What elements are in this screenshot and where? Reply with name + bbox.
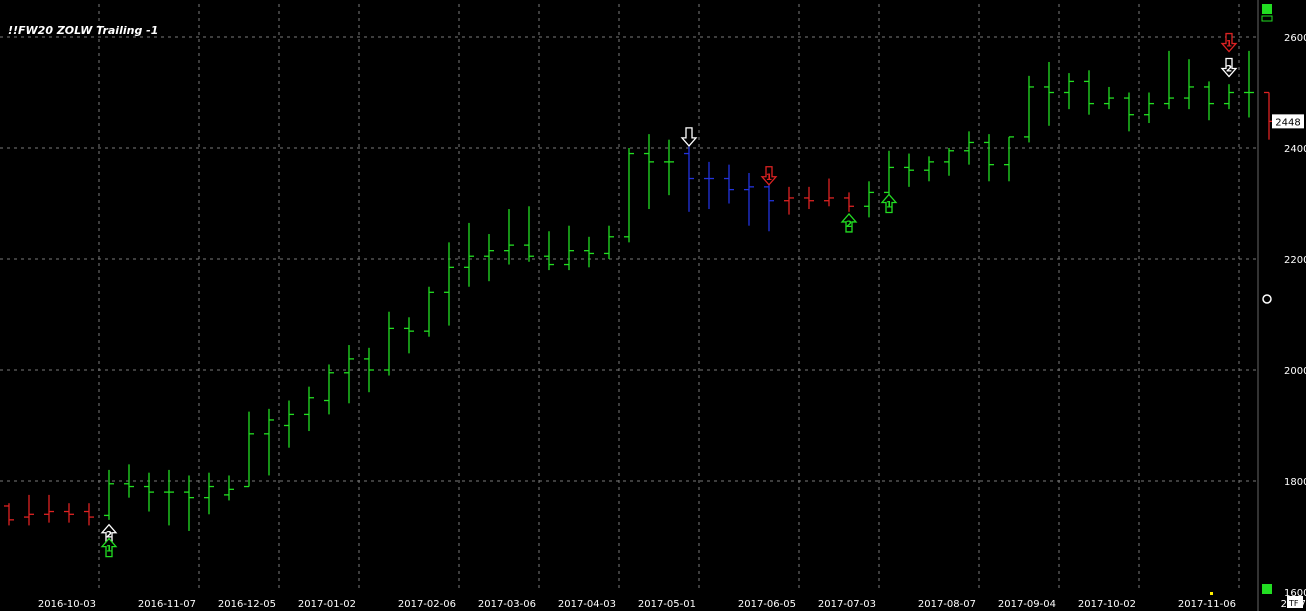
tf-badge-label: TF bbox=[1288, 599, 1299, 608]
date-axis: 2016-10-03 2016-11-07 2016-12-05 2017-01-02… bbox=[38, 599, 1306, 610]
last-price-label: 2448 bbox=[1275, 117, 1300, 128]
x-tick-label: 2016-10-03 bbox=[38, 599, 96, 610]
arrow-label: 2 bbox=[1226, 65, 1232, 75]
x-tick-label: 2016-12-05 bbox=[218, 599, 276, 610]
x-tick-label: 2017-06-05 bbox=[738, 599, 796, 610]
scroll-bottom-button[interactable] bbox=[1262, 584, 1272, 594]
y-tick-label: 2600 bbox=[1284, 33, 1306, 44]
scroll-top-button[interactable] bbox=[1262, 4, 1272, 14]
arrow-label: 1 bbox=[1226, 40, 1232, 50]
price-chart[interactable]: 2112112 1600180020002200240026002448 201… bbox=[0, 0, 1306, 611]
x-tick-label: 2017-04-03 bbox=[558, 599, 616, 610]
arrow-label: 2 bbox=[846, 220, 852, 230]
x-tick-label: 2017-11-06 bbox=[1178, 599, 1236, 610]
x-tick-label: 2017-09-04 bbox=[998, 599, 1056, 610]
y-tick-label: 2400 bbox=[1284, 144, 1306, 155]
chart-title: !!FW20 ZOLW Trailing -1 bbox=[8, 24, 158, 37]
x-tick-label: 2017-05-01 bbox=[638, 599, 696, 610]
x-tick-label: 2017-03-06 bbox=[478, 599, 536, 610]
arrow-label: 1 bbox=[886, 201, 892, 211]
time-cursor-marker bbox=[1210, 592, 1213, 595]
arrow-label: 1 bbox=[766, 173, 772, 183]
x-tick-label: 2016-11-07 bbox=[138, 599, 196, 610]
x-tick-label: 2017-01-02 bbox=[298, 599, 356, 610]
x-tick-label: 2017-07-03 bbox=[818, 599, 876, 610]
scroll-handle[interactable] bbox=[1261, 15, 1273, 22]
chart-background bbox=[0, 0, 1306, 611]
x-tick-label: 2017-02-06 bbox=[398, 599, 456, 610]
y-tick-label: 1800 bbox=[1284, 477, 1306, 488]
x-tick-label: 2017-10-02 bbox=[1078, 599, 1136, 610]
y-tick-label: 2000 bbox=[1284, 366, 1306, 377]
x-tick-label: 2017-08-07 bbox=[918, 599, 976, 610]
y-tick-label: 2200 bbox=[1284, 255, 1306, 266]
scale-center-marker[interactable] bbox=[1262, 294, 1272, 304]
arrow-label: 1 bbox=[106, 545, 112, 555]
